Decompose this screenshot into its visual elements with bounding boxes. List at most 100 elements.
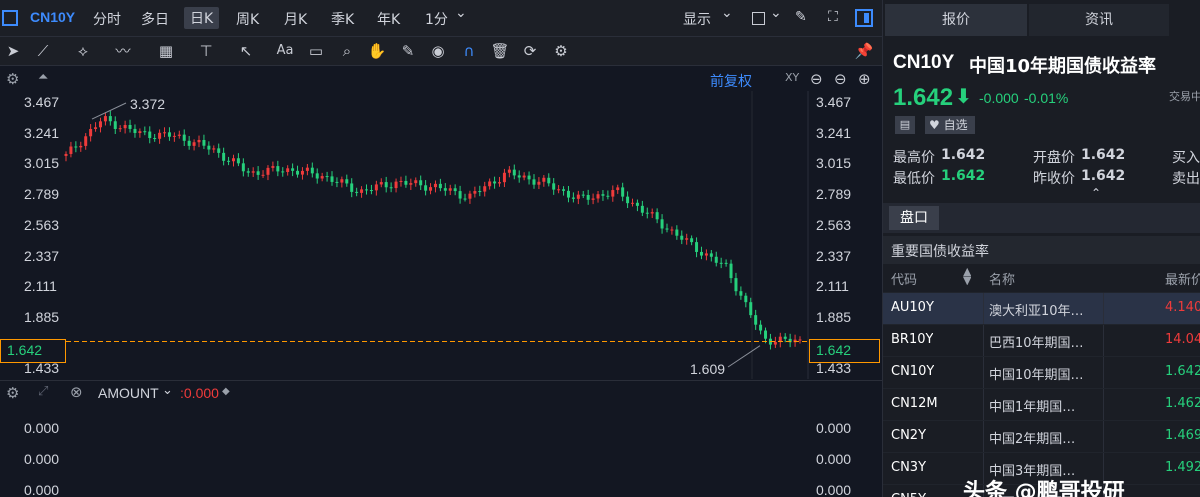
chevron-down-icon[interactable]: ⌄ (721, 5, 733, 21)
candle-body (207, 145, 211, 150)
trend-line-icon[interactable]: ⟋ (32, 41, 54, 61)
period-tab-2[interactable]: 日K (184, 7, 220, 29)
minus-circle-icon[interactable]: ⊖ (834, 70, 847, 88)
list-item[interactable]: CN12M 中国1年期国… 1.462 (883, 388, 1200, 421)
candle-body (266, 167, 270, 175)
period-tab-6[interactable]: 年K (377, 9, 400, 29)
pin-icon[interactable]: 📌 (853, 41, 875, 61)
tab-news[interactable]: 资讯 (1029, 4, 1169, 36)
minus-circle-icon[interactable]: ⊖ (810, 70, 823, 88)
section-tab[interactable]: 盘口 (889, 206, 939, 230)
candle-body (300, 170, 304, 175)
watch-label: 自选 (943, 118, 968, 132)
period-tab-1[interactable]: 多日 (141, 9, 169, 29)
sidebar-toggle-icon[interactable] (855, 9, 873, 27)
candle-body (69, 146, 73, 154)
sync-icon[interactable]: ⟳ (519, 41, 541, 61)
watch-button[interactable]: ♥ 自选 (925, 116, 975, 134)
gear-icon[interactable]: ⚙ (6, 70, 19, 88)
y-tick-left: 3.241 (24, 125, 60, 141)
candle-body (729, 263, 733, 279)
ind-y-tick-left: 0.000 (24, 482, 60, 497)
candle-body (315, 173, 319, 179)
comment-icon[interactable]: ▭ (305, 41, 327, 61)
gear-icon[interactable]: ⚙ (6, 384, 19, 402)
candle-body (429, 187, 433, 191)
arrow-icon[interactable]: ↖ (235, 41, 257, 61)
period-tab-5[interactable]: 季K (331, 9, 354, 29)
xy-scale-icon[interactable]: XY (785, 71, 799, 84)
eye-icon[interactable]: ◉ (427, 41, 449, 61)
plus-circle-icon[interactable]: ⊕ (858, 70, 871, 88)
close-icon[interactable]: ⊗ (70, 383, 83, 401)
candle-body (158, 132, 162, 139)
chevron-down-icon[interactable]: ⌄ (770, 5, 782, 21)
col-name[interactable]: 名称 (989, 269, 1015, 288)
adjust-menu[interactable]: 前复权 (710, 71, 752, 91)
symbol-label[interactable]: CN10Y (30, 9, 75, 25)
col-price[interactable]: 最新价 (1165, 269, 1200, 288)
col-code[interactable]: 代码 (891, 269, 917, 288)
row-price: 1.642 (1165, 364, 1200, 379)
candle-body (384, 182, 388, 188)
measure-icon[interactable]: ⊤ (195, 41, 217, 61)
list-item[interactable]: CN2Y 中国2年期国… 1.469 (883, 420, 1200, 453)
watermark: 头条 @鹏哥投研 (963, 480, 1125, 497)
checkbox-icon[interactable] (752, 12, 765, 25)
candle-body (783, 336, 787, 339)
column-divider (983, 357, 984, 389)
candle-body (631, 202, 635, 204)
candle-body (734, 278, 738, 292)
wave-icon[interactable]: 〰 (112, 41, 134, 61)
list-item[interactable]: AU10Y 澳大利亚10年… 4.140 (883, 292, 1200, 325)
chevron-down-icon[interactable]: ⌄ (162, 383, 173, 398)
indicator-name[interactable]: AMOUNT (98, 385, 159, 401)
candle-body (433, 183, 437, 188)
low-annotation: 1.609 (690, 361, 726, 377)
magnet-icon[interactable]: ∩ (458, 41, 480, 61)
indicator-pane[interactable]: 0.000 0.000 0.000 0.000 0.000 0.000 (0, 404, 882, 497)
price-chart[interactable]: 3.467 3.241 3.015 2.789 2.563 2.337 2.11… (0, 91, 882, 379)
layout-icon[interactable] (2, 10, 18, 26)
period-dropdown-icon[interactable]: ⌄ (455, 5, 467, 21)
column-divider (1103, 389, 1104, 421)
display-menu[interactable]: 显示 (683, 9, 711, 29)
candle-body (596, 194, 600, 199)
expand-icon[interactable]: ⤢ (38, 384, 48, 399)
text-icon[interactable]: Aa (274, 41, 296, 61)
y-tick-left: 2.563 (24, 217, 60, 233)
list-item[interactable]: CN10Y 中国10年期国… 1.642 (883, 356, 1200, 389)
search-icon[interactable]: ⌕ (336, 41, 358, 61)
high-label: 最高价 (893, 150, 935, 166)
candle-body (330, 176, 334, 182)
candle-body (675, 229, 679, 236)
candle-body (241, 163, 245, 172)
open-value: 1.642 (1081, 147, 1126, 163)
y-tick-right: 1.885 (816, 309, 852, 325)
y-tick-right: 2.111 (816, 278, 849, 294)
trash-icon[interactable]: 🗑 (489, 41, 511, 61)
candle-body (601, 194, 605, 196)
polyline-icon[interactable]: ⟡ (72, 41, 94, 61)
gear-icon[interactable]: ⚙ (550, 41, 572, 61)
fullscreen-icon[interactable]: ⛶ (828, 9, 838, 25)
fib-icon[interactable]: ▦ (155, 41, 177, 61)
period-tab-7[interactable]: 1分 (425, 9, 448, 29)
chevron-up-icon[interactable]: ⌃ (1091, 186, 1101, 200)
period-tab-4[interactable]: 月K (284, 9, 307, 29)
brush-icon[interactable]: ✎ (795, 9, 807, 25)
pen-icon[interactable]: ✎ (397, 41, 419, 61)
magnet-hand-icon[interactable]: ✋ (366, 41, 388, 61)
list-item[interactable]: BR10Y 巴西10年期国… 14.04 (883, 324, 1200, 357)
period-tab-3[interactable]: 周K (236, 9, 259, 29)
candle-body (286, 168, 290, 172)
collapse-icon[interactable]: ⏶ (38, 70, 48, 85)
column-divider (1103, 357, 1104, 389)
period-tab-0[interactable]: 分时 (93, 9, 121, 29)
note-icon[interactable]: ▤ (895, 116, 915, 134)
sort-icon[interactable]: ▲ ▼ (963, 267, 971, 285)
candle-body (759, 324, 763, 331)
cursor-icon[interactable]: ➤ (2, 41, 24, 61)
top-toolbar: CN10Y 分时 多日 日K 周K 月K 季K 年K 1分 ⌄ 显示 ⌄ ⌄ ✎… (0, 0, 882, 37)
tab-quote[interactable]: 报价 (885, 4, 1027, 36)
